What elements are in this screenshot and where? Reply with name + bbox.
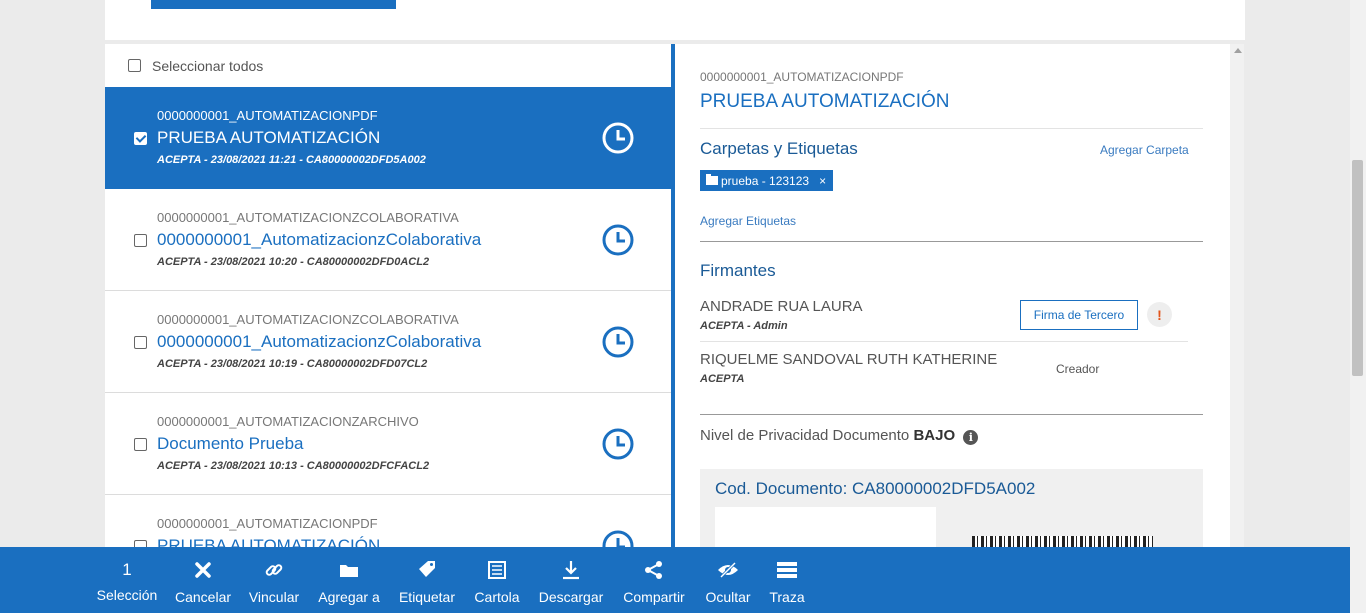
document-code: 0000000001_AUTOMATIZACIONZCOLABORATIVA	[157, 312, 459, 327]
stack-icon	[777, 559, 797, 581]
folder-icon	[339, 559, 359, 581]
toolbar-label: Traza	[769, 589, 805, 605]
eye-slash-icon	[717, 559, 739, 581]
document-checkbox[interactable]	[134, 132, 147, 145]
signer-name: RIQUELME SANDOVAL RUTH KATHERINE	[700, 351, 998, 368]
alert-icon[interactable]: !	[1147, 302, 1172, 327]
document-list: Seleccionar todos 0000000001_AUTOMATIZAC…	[105, 44, 671, 547]
add-to-button[interactable]: Agregar a	[317, 547, 381, 613]
document-row[interactable]: 0000000001_AUTOMATIZACIONZCOLABORATIVA 0…	[105, 189, 671, 291]
toolbar-label: Selección	[96, 587, 158, 603]
list-doc-icon	[488, 559, 506, 581]
add-tags-link[interactable]: Agregar Etiquetas	[700, 214, 796, 228]
remove-tag-button[interactable]: ×	[819, 174, 826, 188]
signers-section-title: Firmantes	[700, 261, 776, 280]
statement-button[interactable]: Cartola	[473, 547, 521, 613]
third-party-sign-button[interactable]: Firma de Tercero	[1020, 300, 1138, 330]
folder-tag-label: prueba - 123123	[721, 173, 810, 188]
document-title[interactable]: Documento Prueba	[157, 434, 303, 454]
privacy-value: BAJO	[913, 427, 956, 444]
document-meta: ACEPTA - 23/08/2021 10:19 - CA80000002DF…	[157, 358, 428, 370]
toolbar-label: Descargar	[538, 589, 604, 605]
page-scroll-thumb[interactable]	[1352, 160, 1363, 376]
info-icon[interactable]: i	[963, 430, 979, 445]
bulk-action-toolbar: 1 Selección Cancelar Vincular Agregar a …	[0, 547, 1350, 613]
divider	[700, 241, 1203, 242]
document-meta: ACEPTA - 23/08/2021 11:21 - CA80000002DF…	[157, 154, 426, 166]
divider	[700, 414, 1203, 415]
document-title[interactable]: PRUEBA AUTOMATIZACIÓN	[157, 536, 380, 547]
document-meta: ACEPTA - 23/08/2021 10:20 - CA80000002DF…	[157, 256, 430, 268]
toolbar-label: Compartir	[623, 589, 685, 605]
select-all-checkbox[interactable]	[128, 59, 141, 72]
qr-code	[972, 536, 1153, 547]
top-card	[105, 0, 1245, 40]
document-code: 0000000001_AUTOMATIZACIONPDF	[157, 516, 378, 531]
signer-status: Creador	[1056, 362, 1100, 376]
document-row[interactable]: 0000000001_AUTOMATIZACIONZARCHIVO Docume…	[105, 393, 671, 495]
privacy-level: Nivel de Privacidad Documento BAJO i	[700, 427, 979, 445]
document-code: 0000000001_AUTOMATIZACIONZARCHIVO	[157, 414, 419, 429]
document-title[interactable]: PRUEBA AUTOMATIZACIÓN	[157, 128, 380, 148]
link-button[interactable]: Vincular	[247, 547, 301, 613]
document-code-label: Cod. Documento: CA80000002DFD5A002	[715, 479, 1036, 498]
folder-icon	[706, 174, 718, 185]
select-all-label: Seleccionar todos	[152, 57, 264, 74]
folders-section-title: Carpetas y Etiquetas	[700, 139, 858, 158]
add-folder-link[interactable]: Agregar Carpeta	[1100, 143, 1189, 157]
document-row[interactable]: 0000000001_AUTOMATIZACIONPDF PRUEBA AUTO…	[105, 87, 671, 189]
trace-button[interactable]: Traza	[768, 547, 806, 613]
document-title[interactable]: 0000000001_AutomatizacionzColaborativa	[157, 332, 481, 352]
document-detail: 0000000001_AUTOMATIZACIONPDF PRUEBA AUTO…	[675, 44, 1230, 547]
toolbar-label: Ocultar	[705, 589, 751, 605]
clock-icon	[602, 122, 634, 154]
clock-icon	[602, 224, 634, 256]
document-meta: ACEPTA - 23/08/2021 10:13 - CA80000002DF…	[157, 460, 430, 472]
document-code: 0000000001_AUTOMATIZACIONZCOLABORATIVA	[157, 210, 459, 225]
document-checkbox[interactable]	[134, 540, 147, 547]
top-action-button[interactable]	[151, 0, 396, 9]
selection-count-value: 1	[122, 560, 132, 579]
hide-button[interactable]: Ocultar	[702, 547, 754, 613]
signer-role: ACEPTA	[700, 373, 745, 385]
signer-name: ANDRADE RUA LAURA	[700, 298, 863, 315]
toolbar-label: Etiquetar	[398, 589, 456, 605]
toolbar-label: Cartola	[474, 589, 520, 605]
share-button[interactable]: Compartir	[620, 547, 688, 613]
close-icon	[194, 559, 212, 581]
detail-code: 0000000001_AUTOMATIZACIONPDF	[700, 70, 904, 84]
barcode-area	[715, 507, 936, 547]
document-code-box: Cod. Documento: CA80000002DFD5A002	[700, 469, 1203, 547]
document-checkbox[interactable]	[134, 438, 147, 451]
clock-icon	[602, 530, 634, 547]
share-icon	[644, 559, 664, 581]
document-checkbox[interactable]	[134, 336, 147, 349]
detail-scrollbar[interactable]	[1230, 44, 1244, 547]
detail-title: PRUEBA AUTOMATIZACIÓN	[700, 91, 950, 112]
clock-icon	[602, 326, 634, 358]
tag-button[interactable]: Etiquetar	[396, 547, 458, 613]
document-checkbox[interactable]	[134, 234, 147, 247]
document-code: 0000000001_AUTOMATIZACIONPDF	[157, 108, 378, 123]
divider	[700, 128, 1203, 129]
selection-count: 1 Selección	[96, 547, 158, 613]
folder-tag: prueba - 123123 ×	[700, 170, 834, 191]
select-all-row[interactable]: Seleccionar todos	[105, 44, 671, 87]
divider	[700, 341, 1188, 342]
scroll-up-arrow[interactable]	[1234, 48, 1242, 53]
tag-icon	[417, 559, 437, 581]
toolbar-label: Cancelar	[174, 589, 232, 605]
document-row[interactable]: 0000000001_AUTOMATIZACIONPDF PRUEBA AUTO…	[105, 495, 671, 547]
document-title[interactable]: 0000000001_AutomatizacionzColaborativa	[157, 230, 481, 250]
signer-role: ACEPTA - Admin	[700, 320, 788, 332]
toolbar-label: Vincular	[248, 589, 300, 605]
privacy-label: Nivel de Privacidad Documento	[700, 427, 910, 444]
download-button[interactable]: Descargar	[537, 547, 605, 613]
link-icon	[264, 559, 284, 581]
clock-icon	[602, 428, 634, 460]
download-icon	[562, 559, 580, 581]
toolbar-label: Agregar a	[318, 589, 380, 605]
cancel-button[interactable]: Cancelar	[174, 547, 232, 613]
document-row[interactable]: 0000000001_AUTOMATIZACIONZCOLABORATIVA 0…	[105, 291, 671, 393]
